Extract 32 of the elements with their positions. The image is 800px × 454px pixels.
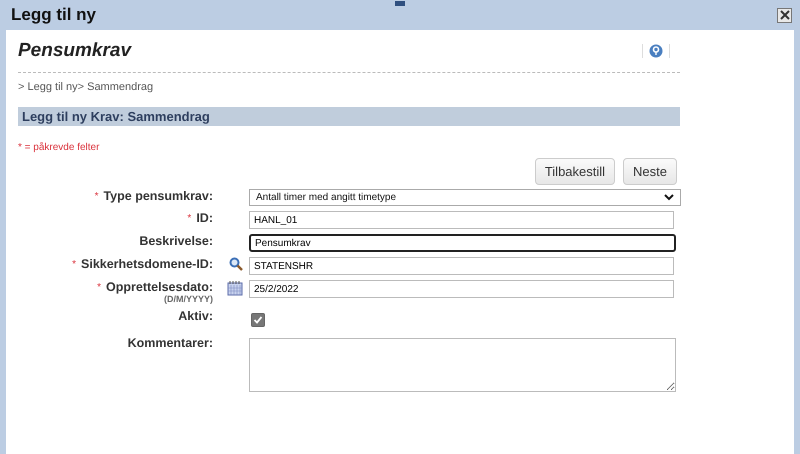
form-button[interactable]: Neste (623, 158, 677, 185)
type-dropdown[interactable]: Antall timer med angitt timetype (249, 189, 681, 206)
field-label: Beskrivelse: (139, 234, 213, 248)
chevron-down-icon (664, 194, 674, 201)
help-icon[interactable] (642, 44, 670, 58)
input-field[interactable]: HANL_01 (249, 211, 674, 229)
page-title: Pensumkrav (18, 40, 132, 62)
field-label: Kommentarer: (128, 336, 213, 350)
format-hint: (D/M/YYYY) (164, 294, 213, 304)
search-icon[interactable] (229, 257, 243, 271)
input-field[interactable]: Pensumkrav (249, 234, 676, 252)
required-note: * = påkrevde felter (18, 142, 100, 153)
drag-handle-icon[interactable] (395, 1, 405, 6)
section-header: Legg til ny Krav: Sammendrag (18, 107, 680, 126)
required-marker: * (94, 190, 98, 202)
required-marker: * (72, 258, 76, 270)
calendar-icon[interactable] (227, 280, 243, 296)
input-field[interactable]: STATENSHR (249, 257, 674, 275)
breadcrumb: > Legg til ny> Sammendrag (18, 81, 154, 93)
comment-field[interactable] (249, 338, 676, 392)
required-marker: * (97, 282, 102, 292)
field-label: Sikkerhetsdomene-ID: (81, 257, 213, 271)
field-label: ID: (196, 211, 213, 225)
input-field[interactable]: 25/2/2022 (249, 280, 674, 298)
form-button[interactable]: Tilbakestill (534, 158, 616, 185)
window-title: Legg til ny (11, 5, 96, 25)
close-button[interactable] (777, 8, 792, 22)
required-marker: * (187, 212, 192, 224)
field-label: Aktiv: (178, 309, 213, 323)
checkbox[interactable] (251, 313, 265, 327)
field-label: Type pensumkrav: (103, 189, 213, 203)
field-label: Opprettelsesdato: (106, 280, 213, 294)
